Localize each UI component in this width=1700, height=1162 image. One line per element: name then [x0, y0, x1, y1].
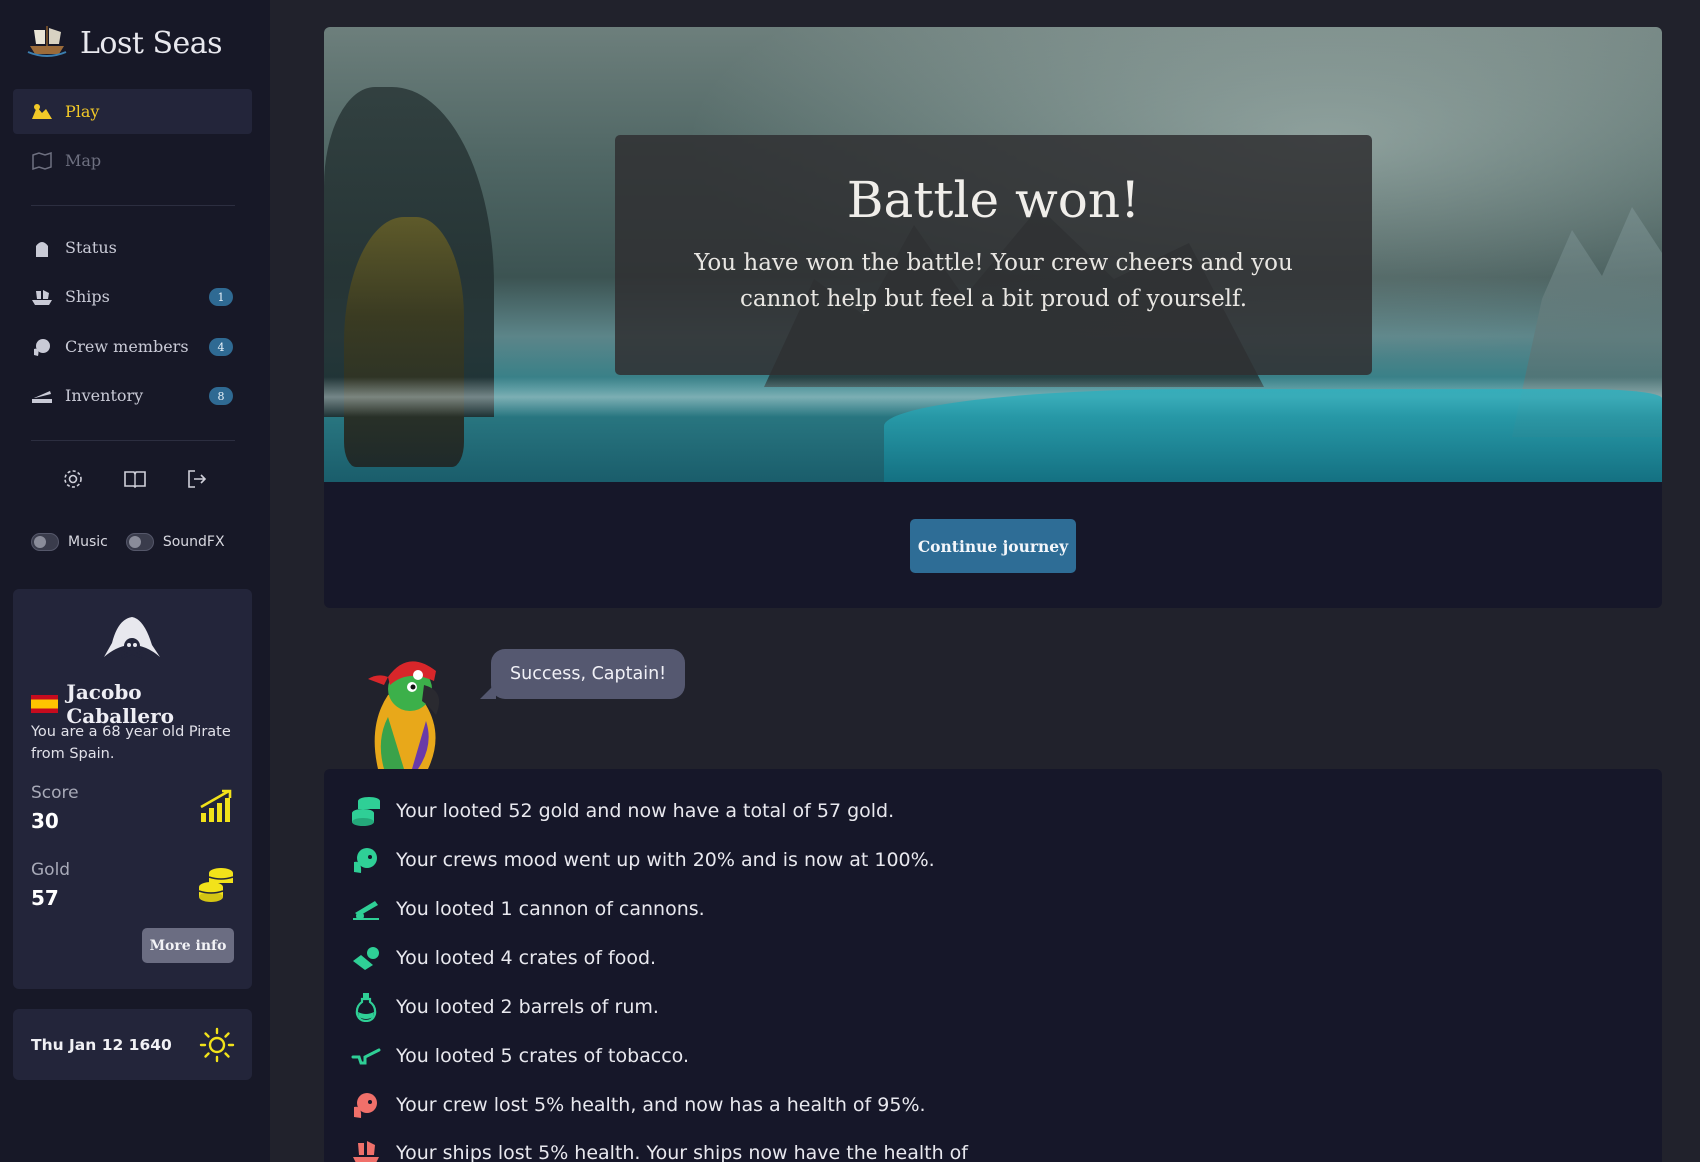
battle-result-text: You have won the battle! Your crew cheer…: [694, 250, 1293, 312]
nav-item-status[interactable]: Status: [13, 225, 252, 270]
date-card: Thu Jan 12 1640: [13, 1009, 252, 1080]
nav-item-map[interactable]: Map: [13, 138, 252, 183]
map-icon: [31, 150, 53, 172]
crew-icon: [350, 844, 382, 876]
divider: [31, 440, 235, 441]
coins-icon: [350, 795, 382, 827]
logout-icon[interactable]: [184, 466, 210, 492]
scene-wave: [884, 389, 1662, 482]
ship-icon: [31, 286, 53, 308]
chart-growth-icon: [199, 789, 235, 827]
food-icon: [350, 942, 382, 974]
log-text: You looted 5 crates of tobacco.: [396, 1045, 690, 1067]
ships-count-badge: 1: [209, 288, 233, 306]
game-date: Thu Jan 12 1640: [31, 1035, 172, 1054]
log-item: Your ships lost 5% health. Your ships no…: [350, 1137, 968, 1162]
log-item: You looted 5 crates of tobacco.: [350, 1040, 689, 1072]
score-value: 30: [31, 809, 59, 833]
ship-logo-icon: [26, 24, 68, 62]
coins-icon: [197, 865, 235, 907]
book-icon[interactable]: [122, 466, 148, 492]
nav-label: Status: [65, 238, 117, 257]
log-text: Your crews mood went up with 20% and is …: [396, 849, 935, 871]
log-text: You looted 4 crates of food.: [396, 947, 657, 969]
tool-icons: [60, 466, 210, 492]
log-item: You looted 2 barrels of rum.: [350, 991, 659, 1023]
log-text: Your looted 52 gold and now have a total…: [396, 800, 895, 822]
log-text: Your crew lost 5% health, and now has a …: [396, 1094, 926, 1116]
ship-health-icon: [350, 1137, 382, 1162]
profile-description: You are a 68 year old Pirate from Spain.: [31, 724, 231, 762]
score-label: Score: [31, 783, 79, 803]
sun-icon: [199, 1027, 235, 1067]
app-title: Lost Seas: [80, 25, 223, 61]
sea-scene-image: Battle won! You have won the battle! You…: [324, 27, 1662, 482]
audio-toggles: Music SoundFX: [31, 533, 225, 551]
rum-icon: [350, 991, 382, 1023]
inventory-count-badge: 8: [209, 387, 233, 405]
nav-item-play[interactable]: Play: [13, 89, 252, 134]
nav-label: Play: [65, 102, 100, 121]
battle-result-title: Battle won!: [846, 171, 1141, 229]
crew-icon: [31, 336, 53, 358]
inventory-icon: [31, 385, 53, 407]
pirate-emblem-icon: [102, 613, 162, 665]
cannon-icon: [350, 893, 382, 925]
nav-item-crew-members[interactable]: Crew members 4: [13, 324, 252, 369]
log-text: Your ships lost 5% health. Your ships no…: [396, 1142, 968, 1162]
nav-label: Map: [65, 151, 102, 170]
crew-health-icon: [350, 1089, 382, 1121]
soundfx-toggle[interactable]: [125, 533, 154, 551]
pipe-icon: [350, 1040, 382, 1072]
log-item: Your crews mood went up with 20% and is …: [350, 844, 935, 876]
gold-value: 57: [31, 886, 59, 910]
soundfx-label: SoundFX: [162, 534, 225, 550]
nav-item-inventory[interactable]: Inventory 8: [13, 373, 252, 418]
parrot-avatar-icon: [348, 645, 458, 773]
battle-log-panel: Your looted 52 gold and now have a total…: [324, 769, 1662, 1162]
status-icon: [31, 237, 53, 259]
log-item: You looted 1 cannon of cannons.: [350, 893, 705, 925]
music-label: Music: [68, 534, 108, 550]
scene-cliff: [344, 217, 464, 467]
music-toggle[interactable]: [31, 533, 59, 551]
log-item: You looted 4 crates of food.: [350, 942, 656, 974]
sidebar: Lost Seas Play Map Status Ships 1 Crew m…: [0, 0, 270, 1162]
continue-journey-button[interactable]: Continue journey: [910, 519, 1076, 573]
nav-item-ships[interactable]: Ships 1: [13, 274, 252, 319]
parrot-speech-bubble: Success, Captain!: [479, 649, 686, 699]
log-text: You looted 2 barrels of rum.: [396, 996, 659, 1018]
log-item: Your looted 52 gold and now have a total…: [350, 795, 894, 827]
nav-label: Inventory: [65, 386, 144, 405]
brand[interactable]: Lost Seas: [26, 24, 223, 62]
log-text: You looted 1 cannon of cannons.: [396, 898, 705, 920]
divider: [31, 205, 235, 206]
crew-count-badge: 4: [209, 338, 233, 356]
gear-icon[interactable]: [60, 466, 86, 492]
battle-result-box: Battle won! You have won the battle! You…: [615, 135, 1372, 375]
log-item: Your crew lost 5% health, and now has a …: [350, 1089, 926, 1121]
gold-label: Gold: [31, 860, 71, 880]
battle-panel: Battle won! You have won the battle! You…: [324, 27, 1662, 608]
play-icon: [31, 101, 53, 123]
more-info-button[interactable]: More info: [142, 928, 234, 963]
nav-label: Ships: [65, 287, 110, 306]
nav-label: Crew members: [65, 337, 189, 356]
profile-card: Jacobo Caballero You are a 68 year old P…: [13, 589, 252, 989]
spain-flag-icon: [31, 695, 59, 713]
